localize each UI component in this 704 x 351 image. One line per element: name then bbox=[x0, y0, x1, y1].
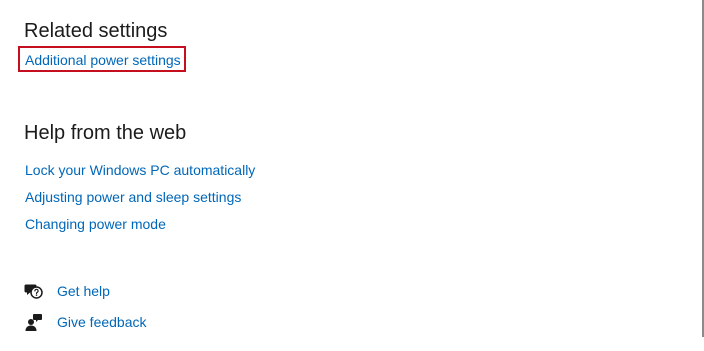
help-link-lock-pc[interactable]: Lock your Windows PC automatically bbox=[25, 161, 255, 179]
help-from-web-title: Help from the web bbox=[24, 122, 187, 144]
give-feedback-link[interactable]: Give feedback bbox=[57, 313, 147, 331]
feedback-person-icon bbox=[24, 312, 44, 332]
get-help-link[interactable]: Get help bbox=[57, 282, 110, 300]
related-settings-title: Related settings bbox=[24, 20, 168, 42]
give-feedback-row[interactable]: Give feedback bbox=[24, 312, 147, 332]
help-link-power-mode[interactable]: Changing power mode bbox=[25, 215, 166, 233]
additional-power-settings-link[interactable]: Additional power settings bbox=[25, 51, 181, 69]
chat-help-icon bbox=[24, 281, 44, 301]
help-link-power-sleep[interactable]: Adjusting power and sleep settings bbox=[25, 188, 241, 206]
get-help-row[interactable]: Get help bbox=[24, 281, 110, 301]
